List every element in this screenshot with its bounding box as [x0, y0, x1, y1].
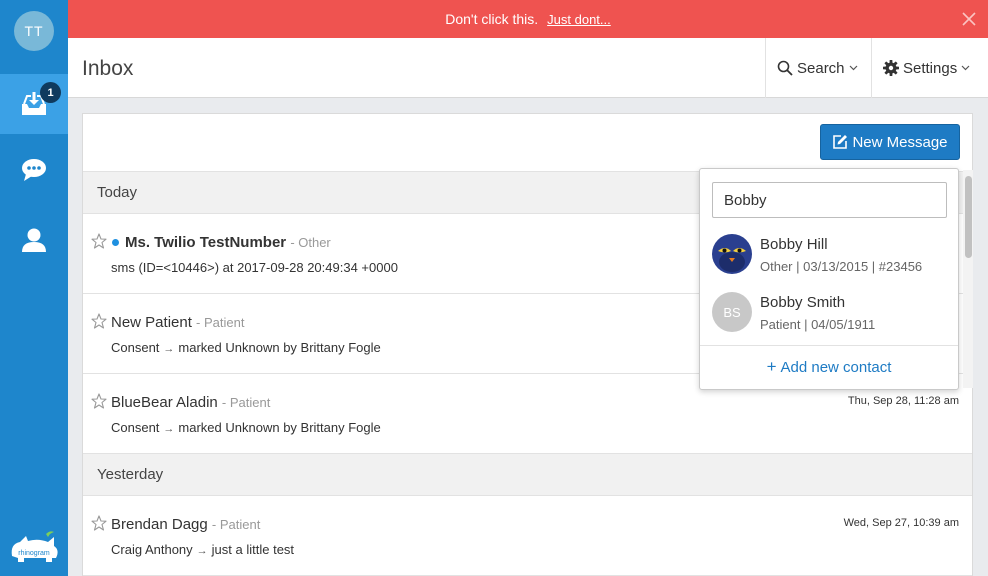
inbox-toolbar: New Message	[83, 114, 972, 172]
contact-type: - Patient	[196, 315, 245, 330]
settings-button[interactable]: Settings	[871, 38, 988, 98]
conversation-name: New Patient - Patient	[111, 314, 245, 331]
message-preview: Consent → marked Unknown by Brittany Fogle	[111, 420, 381, 435]
contact-name: Bobby Smith	[760, 294, 846, 311]
search-icon	[777, 60, 793, 76]
chevron-down-icon	[961, 65, 970, 71]
message-preview: sms (ID=<10446>) at 2017-09-28 20:49:34 …	[111, 260, 398, 275]
scrollbar-thumb[interactable]	[965, 176, 972, 258]
sidebar: TT 1 rhinogram	[0, 0, 68, 576]
search-label: Search	[797, 59, 845, 77]
banner-link[interactable]: Just dont...	[547, 12, 611, 27]
conversation-row[interactable]: Brendan Dagg - Patient Craig Anthony → jus…	[83, 496, 972, 576]
contact-meta: Other | 03/13/2015 | #23456	[760, 259, 923, 274]
contact-avatar: BS	[712, 292, 752, 332]
svg-text:rhinogram: rhinogram	[18, 550, 50, 557]
contact-avatar	[712, 234, 752, 274]
message-preview: Consent → marked Unknown by Brittany Fogle	[111, 340, 381, 355]
divider	[700, 345, 958, 346]
contact-type: - Patient	[221, 395, 271, 410]
person-icon	[22, 228, 46, 252]
contact-result[interactable]: BS Bobby Smith Patient | 04/05/1911	[700, 284, 946, 342]
arrow-right-icon: →	[196, 545, 208, 557]
settings-label: Settings	[903, 59, 958, 77]
contact-name: Bobby Hill	[760, 236, 828, 253]
star-icon[interactable]	[91, 233, 107, 249]
chevron-down-icon	[849, 65, 857, 71]
new-message-label: New Message	[852, 133, 948, 151]
message-time: Wed, Sep 27, 10:39 am	[843, 517, 959, 529]
page-title: Inbox	[82, 57, 134, 80]
section-header-yesterday: Yesterday	[83, 454, 972, 496]
contact-search-input[interactable]	[712, 182, 947, 218]
star-icon[interactable]	[91, 393, 107, 409]
contact-meta: Patient | 04/05/1911	[760, 317, 876, 332]
alert-banner: Don't click this. Just dont...	[68, 0, 988, 38]
arrow-right-icon: →	[163, 343, 175, 355]
chat-bubble-icon	[22, 159, 46, 181]
star-icon[interactable]	[91, 313, 107, 329]
contact-type: - Other	[290, 235, 331, 250]
nav-contacts[interactable]	[0, 210, 68, 270]
compose-icon	[833, 135, 848, 149]
rhinogram-logo: rhinogram	[11, 531, 58, 562]
inbox-unread-badge: 1	[40, 82, 61, 103]
contact-search-dropdown: Bobby Hill Other | 03/13/2015 | #23456 B…	[699, 168, 959, 390]
close-icon[interactable]	[960, 10, 978, 28]
conversation-name: BlueBear Aladin - Patient	[111, 394, 271, 411]
star-icon[interactable]	[91, 515, 107, 531]
unread-dot	[112, 239, 119, 246]
message-time: Thu, Sep 28, 11:28 am	[847, 395, 959, 407]
add-new-contact-button[interactable]: + Add new contact	[700, 357, 958, 377]
arrow-right-icon: →	[163, 423, 175, 435]
new-message-button[interactable]: New Message	[820, 124, 960, 160]
contact-type: - Patient	[211, 517, 261, 532]
conversation-name: Brendan Dagg - Patient	[111, 516, 261, 533]
search-button[interactable]: Search	[765, 38, 871, 98]
nav-inbox[interactable]: 1	[0, 74, 68, 134]
banner-message: Don't click this.	[445, 11, 539, 27]
message-preview: Craig Anthony → just a little test	[111, 542, 295, 557]
contact-result[interactable]: Bobby Hill Other | 03/13/2015 | #23456	[700, 226, 946, 284]
conversation-name: Ms. Twilio TestNumber - Other	[125, 234, 331, 251]
plus-icon: +	[766, 357, 777, 376]
page-header: Inbox Search Settings	[68, 38, 988, 98]
user-avatar[interactable]: TT	[14, 11, 54, 51]
gear-icon	[883, 60, 899, 76]
nav-messages[interactable]	[0, 140, 68, 200]
